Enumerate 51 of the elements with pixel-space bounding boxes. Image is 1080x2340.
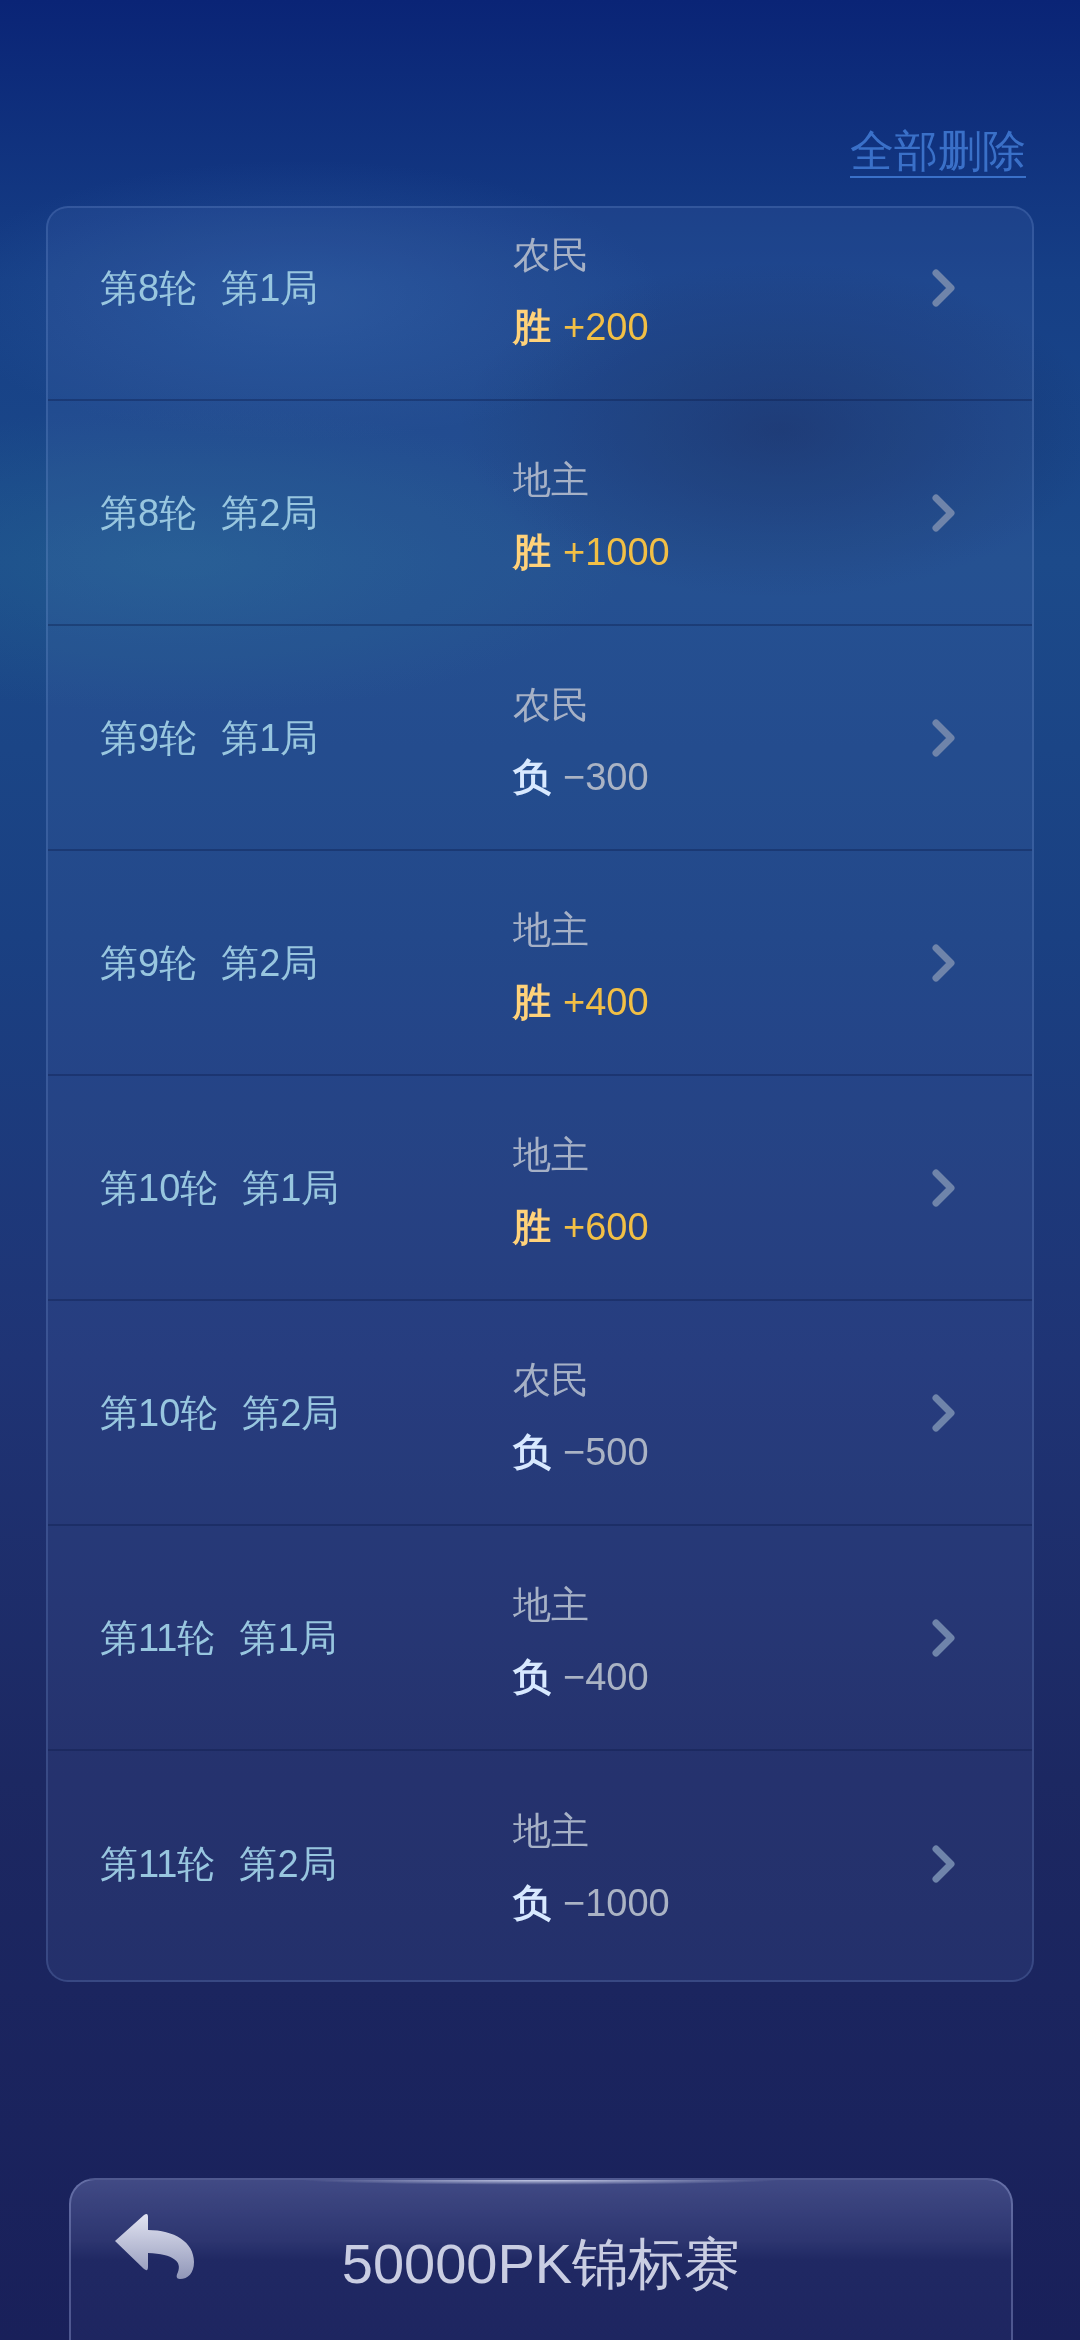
role-label: 农民	[513, 232, 590, 278]
role-label: 地主	[513, 457, 590, 503]
result-label: 负	[513, 754, 551, 800]
role-label: 地主	[513, 1808, 590, 1854]
game-label: 第2局	[242, 1390, 340, 1436]
role-label: 农民	[513, 1357, 590, 1403]
score-label: +200	[563, 304, 649, 350]
delete-all-link[interactable]: 全部删除	[850, 126, 1026, 178]
game-label: 第1局	[239, 1615, 337, 1661]
role-label: 地主	[513, 907, 590, 953]
score-label: −1000	[563, 1880, 670, 1926]
round-label: 第8轮	[100, 265, 198, 311]
result-label: 负	[513, 1654, 551, 1700]
result-label: 胜	[513, 304, 551, 350]
round-label: 第8轮	[100, 490, 198, 536]
chevron-icon[interactable]	[932, 1168, 956, 1207]
round-label: 第11轮	[100, 1841, 216, 1887]
score-label: +400	[563, 979, 649, 1025]
game-label: 第2局	[221, 490, 319, 536]
role-label: 地主	[513, 1132, 590, 1178]
chevron-icon[interactable]	[932, 718, 956, 757]
back-arrow-icon[interactable]	[114, 2212, 196, 2280]
chevron-icon[interactable]	[932, 943, 956, 982]
round-label: 第10轮	[100, 1165, 219, 1211]
game-label: 第1局	[242, 1165, 340, 1211]
round-label: 第9轮	[100, 715, 198, 761]
result-label: 负	[513, 1880, 551, 1926]
role-label: 农民	[513, 682, 590, 728]
result-label: 胜	[513, 979, 551, 1025]
result-label: 胜	[513, 529, 551, 575]
round-label: 第10轮	[100, 1390, 219, 1436]
title-text: 50000PK锦标赛	[340, 2232, 742, 2296]
score-label: −300	[563, 754, 649, 800]
score-label: +600	[563, 1204, 649, 1250]
game-label: 第2局	[239, 1841, 337, 1887]
chevron-icon[interactable]	[932, 1618, 956, 1657]
result-label: 胜	[513, 1204, 551, 1250]
role-label: 地主	[513, 1582, 590, 1628]
round-label: 第11轮	[100, 1615, 216, 1661]
chevron-icon[interactable]	[932, 493, 956, 532]
chevron-icon[interactable]	[932, 1393, 956, 1432]
game-label: 第2局	[221, 940, 319, 986]
game-label: 第1局	[221, 265, 319, 311]
chevron-icon[interactable]	[932, 268, 956, 307]
result-label: 负	[513, 1429, 551, 1475]
game-label: 第1局	[221, 715, 319, 761]
round-label: 第9轮	[100, 940, 198, 986]
score-label: −400	[563, 1654, 649, 1700]
score-label: +1000	[563, 529, 670, 575]
chevron-icon[interactable]	[932, 1844, 956, 1883]
score-label: −500	[563, 1429, 649, 1475]
